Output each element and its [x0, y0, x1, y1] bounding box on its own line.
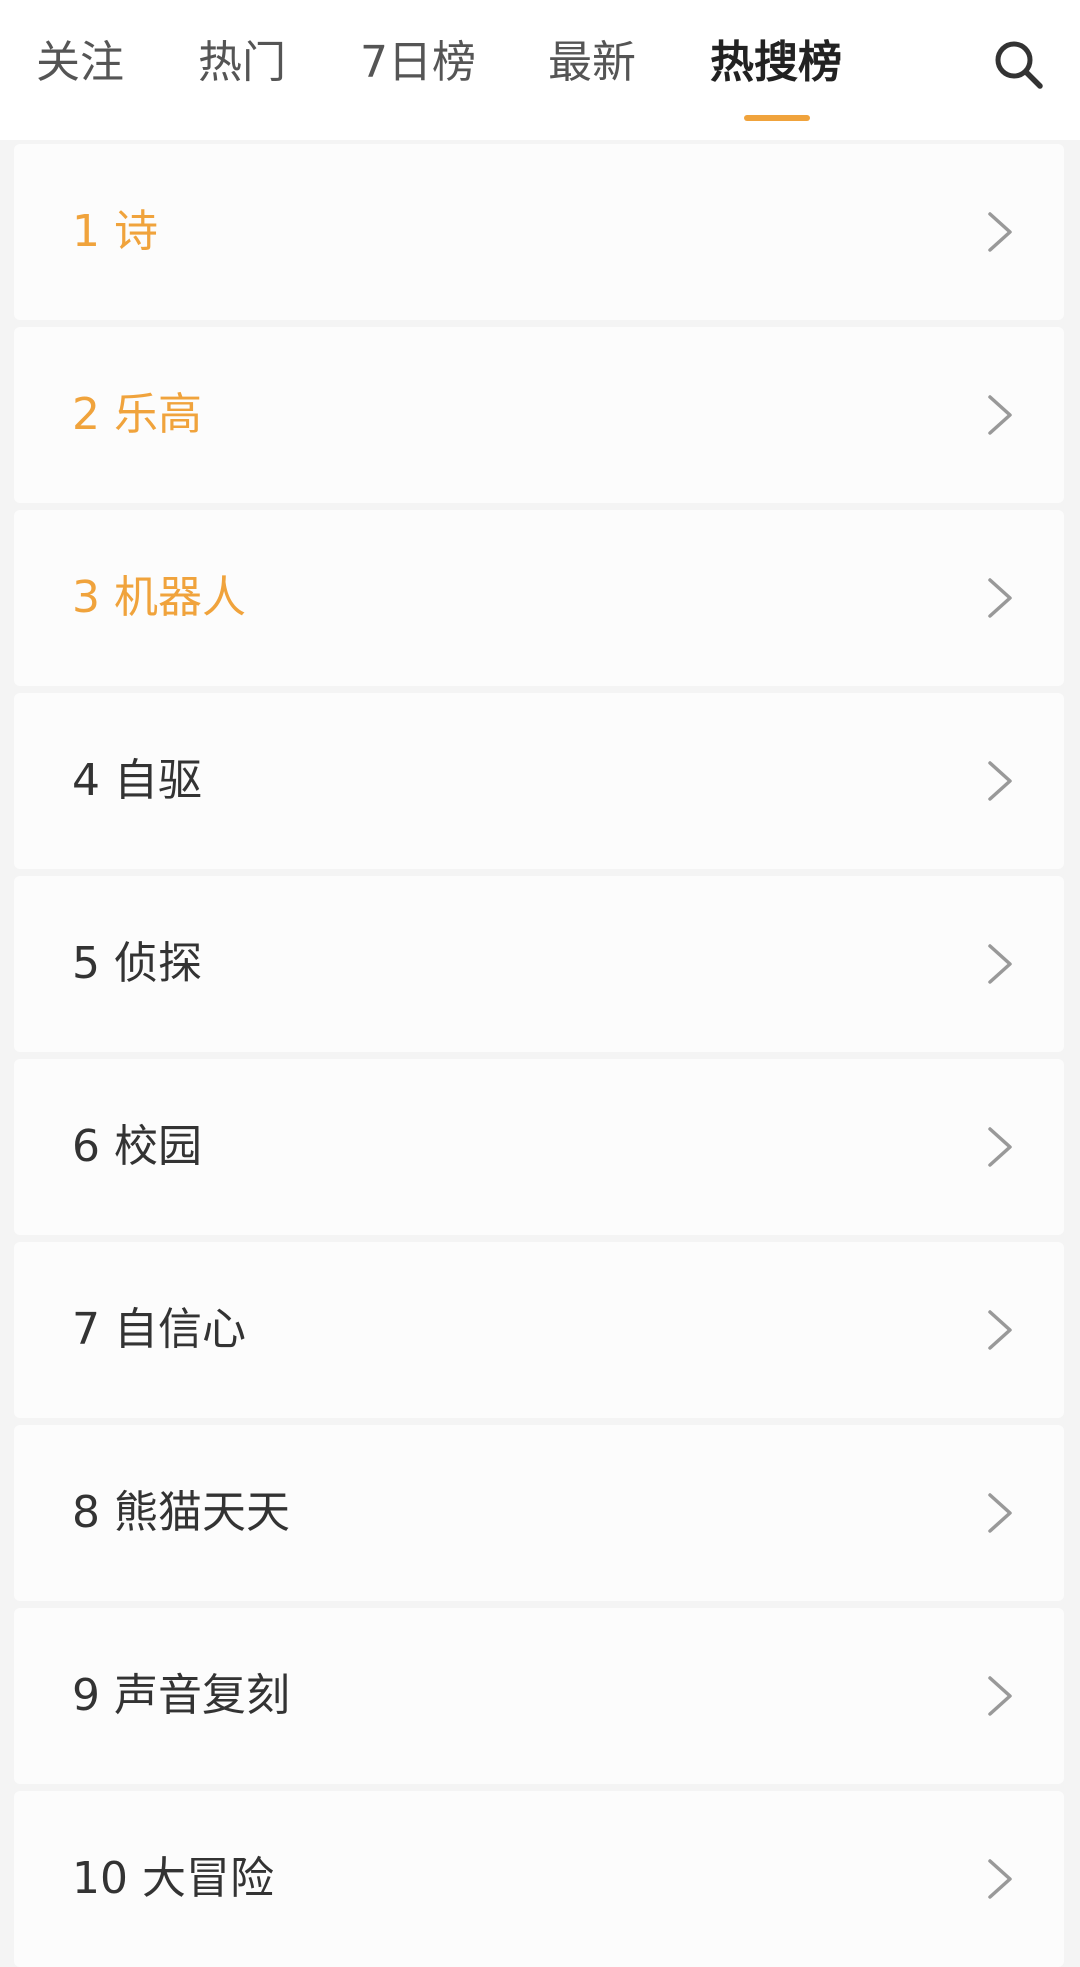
hot-search-keyword: 校园: [114, 1121, 202, 1172]
hot-search-item-text: 7 自信心: [72, 1242, 246, 1418]
hot-search-item[interactable]: 3 机器人: [14, 510, 1064, 686]
rank-number: 4: [72, 755, 100, 806]
hot-search-item[interactable]: 1诗: [14, 144, 1064, 320]
top-tab-bar: 关注 热门 7日榜 最新 热搜榜: [0, 0, 1080, 140]
hot-search-item[interactable]: 6 校园: [14, 1059, 1064, 1235]
search-icon: [995, 41, 1043, 89]
rank-number: 3: [72, 572, 100, 623]
hot-search-item-text: 3 机器人: [72, 510, 246, 686]
hot-search-item-text: 4 自驱: [72, 693, 202, 869]
tab-latest[interactable]: 最新: [548, 30, 636, 96]
chevron-right-icon: [988, 944, 1012, 984]
tab-follow[interactable]: 关注: [36, 30, 124, 96]
rank-number: 10: [72, 1853, 128, 1904]
hot-search-item[interactable]: 9 声音复刻: [14, 1608, 1064, 1784]
hot-search-item[interactable]: 2 乐高: [14, 327, 1064, 503]
hot-search-item-text: 8 熊猫天天: [72, 1425, 290, 1601]
hot-search-item-text: 10 大冒险: [72, 1791, 274, 1967]
tab-popular[interactable]: 热门: [198, 30, 286, 96]
hot-search-keyword: 声音复刻: [114, 1670, 290, 1721]
hot-search-keyword: 侦探: [114, 938, 202, 989]
hot-search-item-text: 6 校园: [72, 1059, 202, 1235]
hot-search-keyword: 乐高: [114, 389, 202, 440]
chevron-right-icon: [988, 1310, 1012, 1350]
hot-search-keyword: 自信心: [114, 1304, 246, 1355]
hot-search-item[interactable]: 10 大冒险: [14, 1791, 1064, 1967]
rank-number: 2: [72, 389, 100, 440]
hot-search-item[interactable]: 8 熊猫天天: [14, 1425, 1064, 1601]
hot-search-keyword: 熊猫天天: [114, 1487, 290, 1538]
hot-search-keyword: 自驱: [114, 755, 202, 806]
chevron-right-icon: [988, 1127, 1012, 1167]
chevron-right-icon: [988, 395, 1012, 435]
tab-hot-search[interactable]: 热搜榜: [710, 30, 842, 96]
rank-number: 6: [72, 1121, 100, 1172]
chevron-right-icon: [988, 212, 1012, 252]
chevron-right-icon: [988, 1859, 1012, 1899]
active-tab-indicator: [744, 115, 810, 121]
hot-search-item-text: 1诗: [72, 144, 158, 320]
hot-search-keyword: 诗: [114, 206, 158, 257]
chevron-right-icon: [988, 1676, 1012, 1716]
search-button[interactable]: [990, 36, 1046, 92]
hot-search-item-text: 2 乐高: [72, 327, 202, 503]
hot-search-keyword: 机器人: [114, 572, 246, 623]
hot-search-item[interactable]: 5 侦探: [14, 876, 1064, 1052]
hot-search-item-text: 5 侦探: [72, 876, 202, 1052]
rank-number: 1: [72, 206, 100, 257]
rank-number: 7: [72, 1304, 100, 1355]
hot-search-item[interactable]: 7 自信心: [14, 1242, 1064, 1418]
hot-search-item-text: 9 声音复刻: [72, 1608, 290, 1784]
tab-7-day-ranking[interactable]: 7日榜: [360, 30, 476, 96]
chevron-right-icon: [988, 1493, 1012, 1533]
chevron-right-icon: [988, 578, 1012, 618]
hot-search-item[interactable]: 4 自驱: [14, 693, 1064, 869]
rank-number: 5: [72, 938, 100, 989]
hot-search-keyword: 大冒险: [142, 1853, 274, 1904]
chevron-right-icon: [988, 761, 1012, 801]
rank-number: 8: [72, 1487, 100, 1538]
rank-number: 9: [72, 1670, 100, 1721]
